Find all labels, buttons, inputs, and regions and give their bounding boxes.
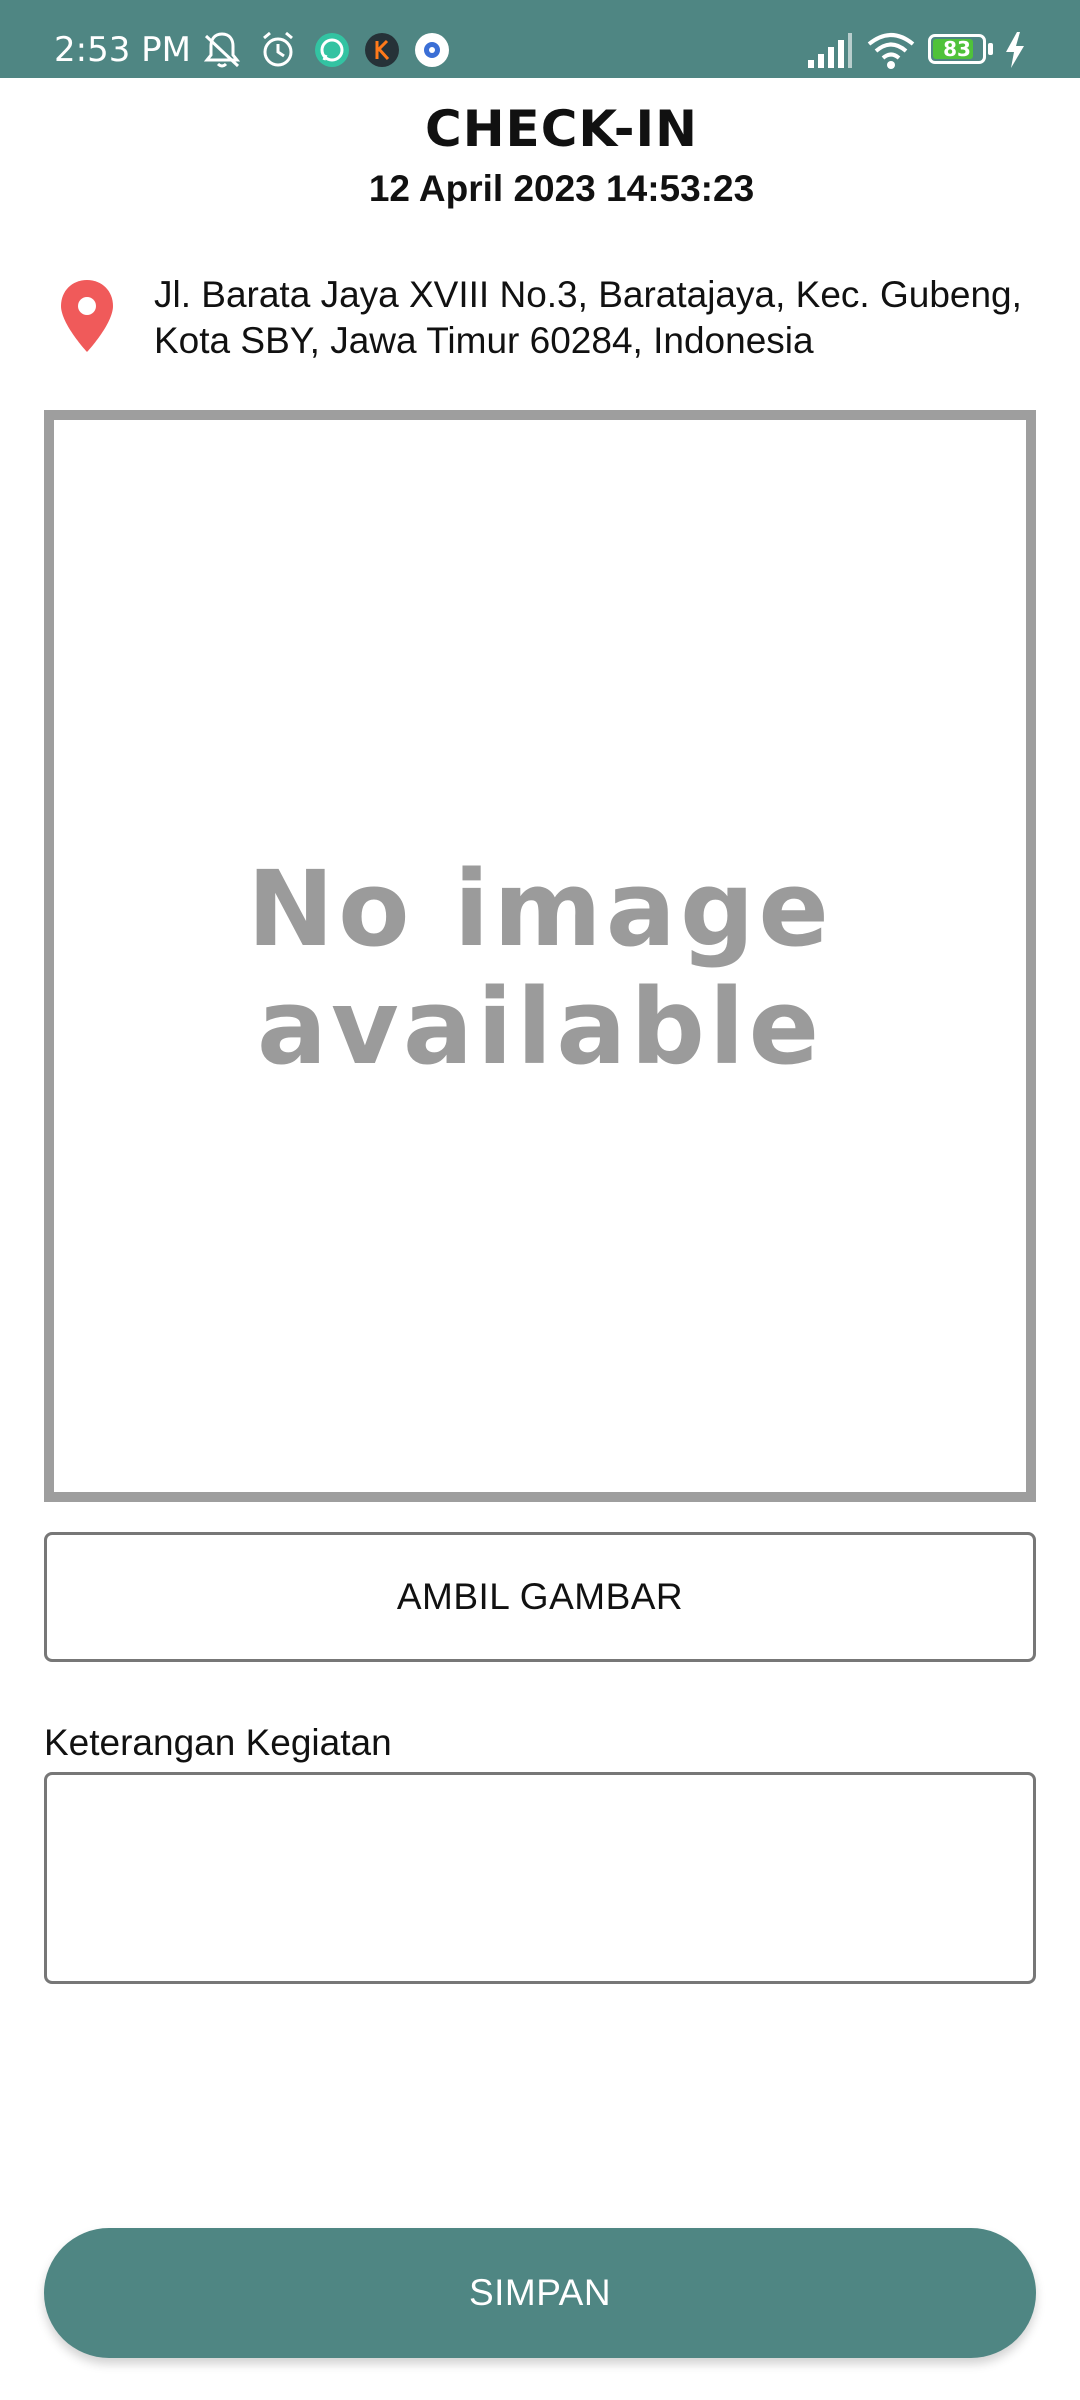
signal-icon xyxy=(808,33,852,68)
battery-level: 83 xyxy=(943,37,971,61)
no-image-line-1: No image xyxy=(247,848,833,970)
save-button[interactable]: SIMPAN xyxy=(44,2228,1036,2358)
status-time: 2:53 PM xyxy=(54,30,191,70)
status-bar: 2:53 PM 83 xyxy=(0,0,1080,78)
page-title: CHECK-IN xyxy=(425,100,698,158)
whatsapp-icon xyxy=(315,33,349,67)
activity-description-label: Keterangan Kegiatan xyxy=(44,1722,392,1763)
charging-icon xyxy=(1006,32,1024,68)
alarm-icon xyxy=(263,31,293,67)
location-address: Jl. Barata Jaya XVIII No.3, Baratajaya, … xyxy=(154,274,1022,361)
location-pin-icon xyxy=(61,280,113,352)
wifi-icon xyxy=(867,33,915,69)
take-picture-button[interactable]: AMBIL GAMBAR xyxy=(44,1532,1036,1662)
battery-icon: 83 xyxy=(928,34,994,66)
photo-preview: No image available xyxy=(44,410,1036,1502)
muted-bell-icon xyxy=(203,32,241,68)
no-image-placeholder: No image available xyxy=(54,850,1026,1086)
kik-icon xyxy=(365,33,399,67)
activity-description-input[interactable] xyxy=(44,1772,1036,1984)
no-image-line-2: available xyxy=(256,966,824,1088)
check-in-datetime: 12 April 2023 14:53:23 xyxy=(368,168,755,209)
settings-icon xyxy=(415,33,449,67)
